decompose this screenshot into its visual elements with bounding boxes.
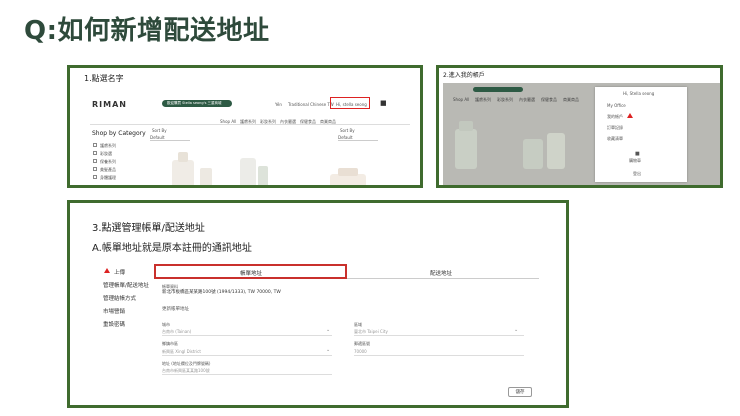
sidebar-item-manage-address[interactable]: 管理帳單/配送地址	[103, 281, 149, 289]
category-label: 護膚系列	[100, 143, 116, 148]
field-label-region: 區域	[354, 322, 362, 327]
category-checkbox[interactable]	[93, 143, 97, 147]
nav-item[interactable]: 保健食品	[541, 97, 557, 103]
step1-label: 1.點選名字	[84, 74, 124, 83]
account-dropdown-menu: Hi, Stella seong My Office 我的帳戶 訂單記錄 收藏清…	[595, 87, 687, 182]
sort-select-right[interactable]: Default	[338, 134, 378, 141]
region-field-underline	[354, 335, 524, 336]
nav-item[interactable]: 彩妝系列	[260, 119, 276, 125]
menu-item-wishlist[interactable]: 收藏清單	[607, 136, 623, 142]
category-checkbox[interactable]	[93, 151, 97, 155]
top-link-2[interactable]: Traditional Chinese TW	[288, 102, 334, 107]
nav-item[interactable]: Shop All	[453, 97, 469, 102]
sort-label: Sort By	[152, 128, 167, 133]
riman-logo: RIMAN	[92, 100, 127, 109]
nav-item[interactable]: 護膚系列	[240, 119, 256, 125]
nav-bar: Shop All 護膚系列 彩妝系列 內衣嚴選 保健食品 商業商品	[90, 119, 410, 125]
top-link-1[interactable]: Yén	[275, 102, 282, 107]
category-checkbox[interactable]	[93, 175, 97, 179]
menu-item-cart[interactable]: 購物車	[629, 158, 641, 164]
chevron-down-icon: ⌄	[514, 327, 519, 333]
street-field-underline	[162, 374, 332, 375]
category-label: 美髮產品	[100, 167, 116, 172]
menu-item-orders[interactable]: 訂單記錄	[607, 125, 623, 131]
product-images	[455, 121, 565, 169]
nav-item[interactable]: 保健食品	[300, 119, 316, 125]
billing-note: A.帳單地址就是原本註冊的通訊地址	[92, 243, 252, 254]
tab-highlight-box	[154, 264, 347, 279]
sidebar-item-payment[interactable]: 管理結帳方式	[103, 294, 136, 302]
sidebar-item-upload[interactable]: 上傳	[114, 268, 125, 276]
sort-label-right: Sort By	[340, 128, 355, 133]
sort-select[interactable]: Default	[150, 134, 190, 141]
postcode-field-underline	[354, 355, 524, 356]
chevron-down-icon: ⌄	[326, 347, 331, 353]
account-highlight-box	[330, 97, 370, 109]
menu-header: Hi, Stella seong	[623, 91, 655, 96]
page-title: Q:如何新增配送地址	[24, 16, 270, 46]
sidebar-item-marketing[interactable]: 市場營銷	[103, 307, 125, 315]
category-label: 保養系列	[100, 159, 116, 164]
field-label-city: 城市	[162, 322, 170, 327]
nav-item[interactable]: Shop All	[220, 119, 236, 124]
cart-icon: ■	[635, 151, 640, 157]
welcome-banner	[473, 87, 523, 92]
district-field-underline	[162, 355, 332, 356]
menu-item-logout[interactable]: 登出	[633, 171, 641, 177]
nav-item[interactable]: 內衣嚴選	[280, 119, 296, 125]
step2-screenshot-panel: 2.進入我的帳戶 Shop All 護膚系列 彩妝系列 內衣嚴選 保健食品 商業…	[436, 65, 723, 188]
welcome-banner: 歡迎購買 Stella seong's 三重商城	[162, 100, 232, 107]
category-checkbox[interactable]	[93, 159, 97, 163]
category-label: 彩妝選	[100, 151, 112, 156]
nav-item[interactable]: 商業商品	[320, 119, 336, 125]
warning-icon	[627, 113, 633, 118]
product-images	[172, 152, 366, 185]
step2-label: 2.進入我的帳戶	[443, 72, 485, 79]
step1-screenshot-panel: 1.點選名字 RIMAN 歡迎購買 Stella seong's 三重商城 Yé…	[67, 65, 423, 188]
billing-address-text: 新北市板橋區某某路100號 (1994/1333), TW 70000, TW	[162, 290, 281, 295]
postcode-input[interactable]: 70000	[354, 349, 367, 354]
nav-item[interactable]: 護膚系列	[475, 97, 491, 103]
shop-by-category-heading: Shop by Category	[92, 130, 146, 137]
nav-item[interactable]: 商業商品	[563, 97, 579, 103]
tab-shipping-address[interactable]: 配送地址	[430, 269, 452, 277]
sidebar-item-reset-password[interactable]: 重設密碼	[103, 320, 125, 328]
update-address-heading: 更新帳單地址	[162, 307, 189, 312]
nav-item[interactable]: 彩妝系列	[497, 97, 513, 103]
step3-screenshot-panel: 3.點選管理帳單/配送地址 A.帳單地址就是原本註冊的通訊地址 上傳 管理帳單/…	[67, 200, 569, 408]
field-label-street: 地址 (地址欄位及門牌號碼)	[162, 361, 211, 366]
nav-item[interactable]: 內衣嚴選	[519, 97, 535, 103]
menu-item-my-account[interactable]: 我的帳戶	[607, 114, 623, 120]
field-label-postcode: 郵遞區號	[354, 341, 370, 346]
category-checkbox[interactable]	[93, 167, 97, 171]
menu-item-my-office[interactable]: My Office	[607, 103, 626, 108]
save-button[interactable]: 儲存	[508, 387, 532, 397]
step3-label: 3.點選管理帳單/配送地址	[92, 223, 205, 234]
chevron-down-icon: ⌄	[326, 327, 331, 333]
field-label-district: 鄉鎮市區	[162, 341, 178, 346]
city-field-underline	[162, 335, 332, 336]
cart-icon[interactable]: ■	[380, 99, 387, 107]
warning-icon	[104, 268, 110, 273]
category-label: 身體護理	[100, 175, 116, 180]
